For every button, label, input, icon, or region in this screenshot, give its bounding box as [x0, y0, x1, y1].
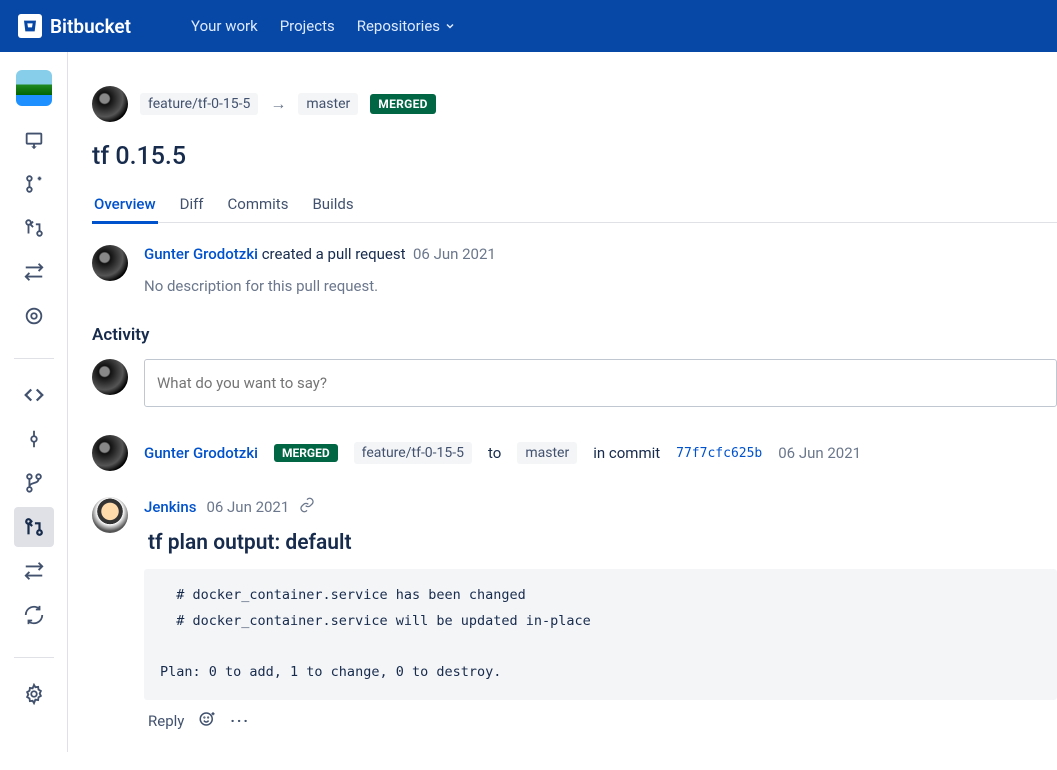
pr-header: feature/tf-0-15-5 → master MERGED: [92, 86, 1057, 122]
sidebar-fork[interactable]: [14, 296, 54, 336]
created-date: 06 Jun 2021: [413, 245, 496, 263]
activity-heading: Activity: [92, 325, 1057, 345]
target-branch[interactable]: master: [517, 442, 577, 464]
sidebar-forks-list[interactable]: [14, 551, 54, 591]
nav-repositories[interactable]: Repositories: [357, 17, 456, 35]
merged-event: Gunter Grodotzki MERGED feature/tf-0-15-…: [92, 435, 1057, 471]
main-content: feature/tf-0-15-5 → master MERGED tf 0.1…: [68, 52, 1057, 752]
nav-your-work[interactable]: Your work: [191, 17, 258, 35]
author-avatar[interactable]: [92, 86, 128, 122]
status-badge: MERGED: [274, 444, 338, 462]
sidebar-builds[interactable]: [14, 595, 54, 635]
author-avatar[interactable]: [92, 245, 128, 281]
tab-builds[interactable]: Builds: [310, 187, 355, 222]
react-button[interactable]: [198, 710, 216, 732]
source-branch[interactable]: feature/tf-0-15-5: [354, 442, 472, 464]
sidebar-pull-requests[interactable]: [14, 507, 54, 547]
in-commit-label: in commit: [593, 444, 660, 462]
source-branch[interactable]: feature/tf-0-15-5: [140, 93, 258, 115]
tab-commits[interactable]: Commits: [226, 187, 291, 222]
nav-links: Your work Projects Repositories: [191, 17, 456, 35]
commit-hash[interactable]: 77f7cfc625b: [676, 446, 762, 461]
sidebar-create-pr[interactable]: [14, 208, 54, 248]
sidebar-create-branch[interactable]: [14, 164, 54, 204]
code-block: # docker_container.service has been chan…: [144, 569, 1057, 700]
tab-diff[interactable]: Diff: [178, 187, 206, 222]
sidebar: [0, 52, 68, 752]
comment-box-row: [92, 359, 1057, 407]
current-user-avatar[interactable]: [92, 359, 128, 395]
pr-description: No description for this pull request.: [144, 277, 496, 295]
divider: [14, 657, 54, 658]
tab-overview[interactable]: Overview: [92, 187, 158, 224]
reply-button[interactable]: Reply: [148, 712, 184, 730]
top-nav: Bitbucket Your work Projects Repositorie…: [0, 0, 1057, 52]
merged-date: 06 Jun 2021: [778, 444, 861, 462]
comment-author[interactable]: Jenkins: [144, 498, 196, 516]
jenkins-avatar[interactable]: [92, 497, 128, 533]
author-avatar[interactable]: [92, 435, 128, 471]
permalink-icon[interactable]: [299, 497, 315, 517]
comment-title: tf plan output: default: [144, 531, 1057, 555]
created-action: created a pull request: [262, 245, 406, 263]
comment-date: 06 Jun 2021: [206, 498, 289, 516]
author-link[interactable]: Gunter Grodotzki: [144, 245, 258, 263]
comment-input[interactable]: [144, 359, 1057, 407]
author-link[interactable]: Gunter Grodotzki: [144, 444, 258, 462]
tabs: Overview Diff Commits Builds: [92, 187, 1057, 223]
pr-created-row: Gunter Grodotzki created a pull request …: [92, 245, 1057, 295]
target-branch[interactable]: master: [298, 93, 358, 115]
project-avatar[interactable]: [16, 70, 52, 106]
bitbucket-icon: [18, 14, 42, 38]
sidebar-clone[interactable]: [14, 120, 54, 160]
sidebar-source[interactable]: [14, 375, 54, 415]
sidebar-branches[interactable]: [14, 463, 54, 503]
status-badge: MERGED: [370, 94, 435, 114]
chevron-down-icon: [444, 20, 456, 32]
sidebar-commits[interactable]: [14, 419, 54, 459]
comment-actions: Reply ···: [144, 710, 1057, 732]
sidebar-compare[interactable]: [14, 252, 54, 292]
arrow-icon: →: [270, 94, 286, 114]
nav-projects[interactable]: Projects: [280, 17, 335, 35]
merged-to: to: [488, 444, 501, 462]
comment: Jenkins 06 Jun 2021 tf plan output: defa…: [92, 497, 1057, 732]
brand-logo[interactable]: Bitbucket: [18, 14, 131, 38]
pr-title: tf 0.15.5: [92, 142, 1057, 171]
divider: [14, 358, 54, 359]
brand-name: Bitbucket: [50, 15, 131, 38]
more-actions-button[interactable]: ···: [230, 712, 250, 730]
sidebar-settings[interactable]: [14, 674, 54, 714]
